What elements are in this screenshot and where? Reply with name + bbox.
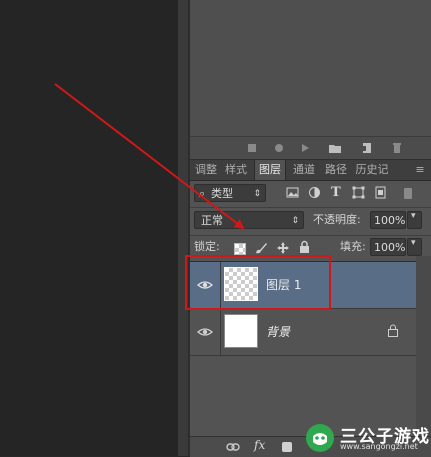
folder-icon[interactable] xyxy=(328,141,342,155)
smart-object-filter-icon[interactable] xyxy=(374,186,387,199)
tab-channels[interactable]: 通道 xyxy=(290,160,318,180)
filter-row: ⌕ 类型 ⇕ T xyxy=(190,181,431,207)
upper-panel xyxy=(190,0,431,137)
play-icon[interactable] xyxy=(298,141,312,155)
layers-scrollbar[interactable] xyxy=(416,256,431,436)
document-canvas[interactable] xyxy=(0,0,178,456)
record-icon[interactable] xyxy=(272,141,286,155)
tab-styles[interactable]: 样式 xyxy=(224,160,248,180)
link-icon[interactable] xyxy=(226,441,240,453)
watermark-logo-icon xyxy=(306,424,334,452)
fill-value: 100% xyxy=(374,241,406,254)
tab-layers[interactable]: 图层 xyxy=(254,160,286,180)
opacity-dropdown-button[interactable]: ▾ xyxy=(407,211,422,229)
panel-divider xyxy=(178,0,188,456)
lock-icon xyxy=(388,324,398,337)
actions-toolbar xyxy=(190,137,431,160)
new-action-icon[interactable] xyxy=(360,141,374,155)
filter-type-select[interactable]: ⌕ 类型 ⇕ xyxy=(194,184,266,202)
filter-toggle-icon[interactable] xyxy=(404,188,412,199)
adjustment-filter-icon[interactable] xyxy=(308,186,321,199)
layers-panel: 调整 样式 图层 通道 路径 历史记 ≡ ⌕ 类型 ⇕ T 正常 ⇕ 不透明度:… xyxy=(190,0,431,457)
chevron-updown-icon: ⇕ xyxy=(291,216,299,226)
search-icon: ⌕ xyxy=(199,187,206,200)
lock-brush-icon[interactable] xyxy=(254,241,268,255)
site-watermark: 三公子游戏网 www.sangongzi.net xyxy=(300,420,431,456)
lock-all-icon[interactable] xyxy=(298,240,311,254)
blend-mode-select[interactable]: 正常 ⇕ xyxy=(194,211,304,229)
chevron-down-icon: ▾ xyxy=(411,238,416,248)
eye-icon[interactable] xyxy=(197,324,213,340)
fill-input[interactable]: 100% xyxy=(370,238,406,256)
lock-transparent-icon[interactable] xyxy=(234,243,246,255)
blend-mode-value: 正常 xyxy=(201,214,223,227)
layer-row-background[interactable]: 背景 xyxy=(190,309,416,356)
tab-history[interactable]: 历史记 xyxy=(352,160,392,180)
layer-row-1[interactable]: 图层 1 xyxy=(190,262,416,309)
opacity-input[interactable]: 100% xyxy=(370,211,406,229)
fill-dropdown-button[interactable]: ▾ xyxy=(407,238,422,256)
tab-adjustments[interactable]: 调整 xyxy=(194,160,218,180)
lock-label: 锁定: xyxy=(194,240,220,253)
layer-name[interactable]: 背景 xyxy=(266,323,290,340)
pixel-filter-icon[interactable] xyxy=(286,186,299,199)
stop-icon[interactable] xyxy=(245,141,259,155)
chevron-down-icon: ▾ xyxy=(411,211,416,221)
filter-type-label: 类型 xyxy=(211,187,233,200)
opacity-value: 100% xyxy=(374,214,406,227)
visibility-column xyxy=(190,262,221,308)
panel-menu-icon[interactable]: ≡ xyxy=(412,160,428,180)
layer-thumbnail-transparent xyxy=(224,267,258,301)
lock-row: 锁定: 填充: 100% ▾ xyxy=(190,236,431,262)
tab-paths[interactable]: 路径 xyxy=(322,160,350,180)
fx-button[interactable]: fx xyxy=(254,438,265,452)
eye-icon[interactable] xyxy=(197,277,213,293)
panel-tabs: 调整 样式 图层 通道 路径 历史记 ≡ xyxy=(190,160,431,181)
shape-filter-icon[interactable] xyxy=(352,186,365,199)
lock-move-icon[interactable] xyxy=(276,241,290,255)
visibility-column xyxy=(190,309,221,355)
layer-thumbnail-white xyxy=(224,314,258,348)
chevron-updown-icon: ⇕ xyxy=(253,189,261,199)
watermark-url: www.sangongzi.net xyxy=(340,442,418,451)
opacity-label: 不透明度: xyxy=(313,213,361,226)
layer-name[interactable]: 图层 1 xyxy=(266,276,301,293)
mask-icon[interactable] xyxy=(282,442,292,452)
trash-icon[interactable] xyxy=(390,141,404,155)
blend-row: 正常 ⇕ 不透明度: 100% ▾ xyxy=(190,208,431,234)
text-filter-icon[interactable]: T xyxy=(331,185,341,200)
fill-label: 填充: xyxy=(340,240,366,253)
